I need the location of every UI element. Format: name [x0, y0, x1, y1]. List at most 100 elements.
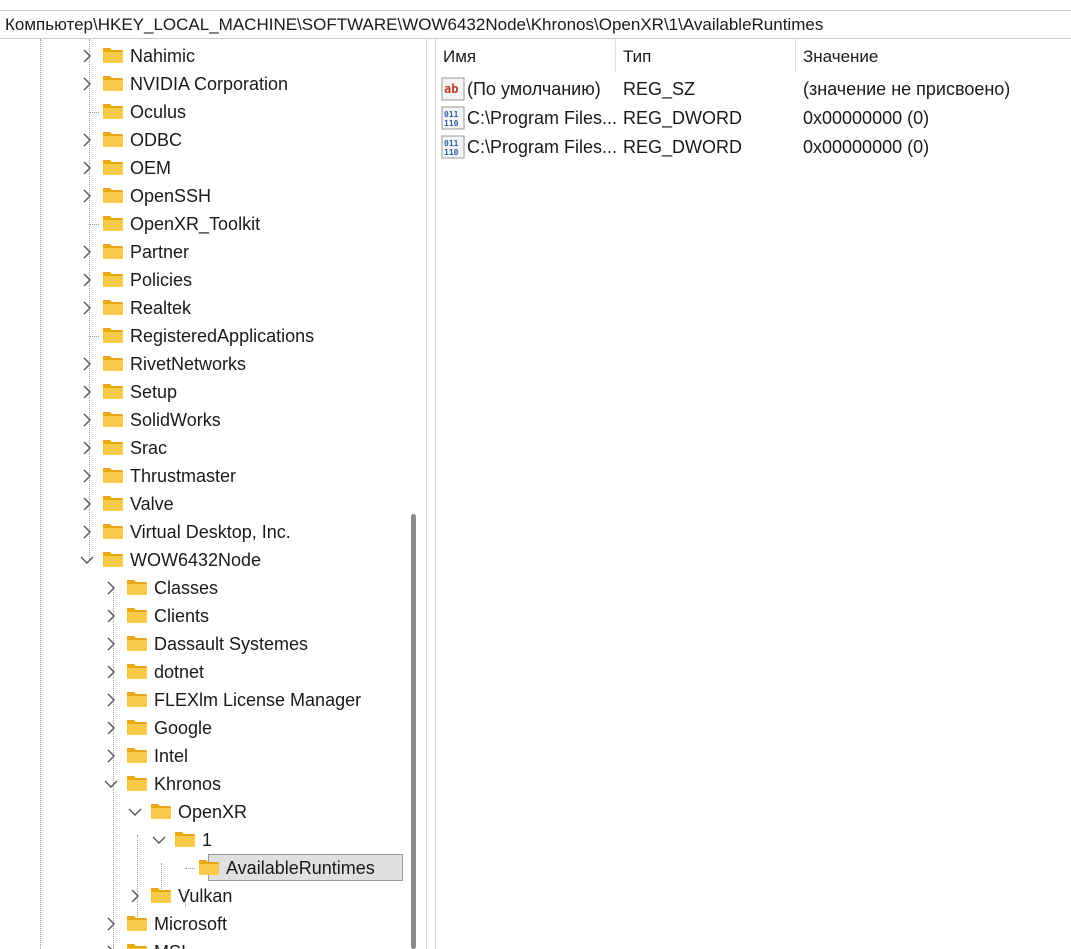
folder-icon [102, 383, 124, 400]
chevron-right-icon[interactable] [79, 74, 95, 94]
tree-node-label: OpenXR_Toolkit [130, 214, 261, 234]
chevron-right-icon[interactable] [103, 718, 119, 738]
tree-node[interactable]: 1 [0, 826, 404, 854]
tree-node[interactable]: Intel [0, 742, 404, 770]
tree-node-label: OEM [130, 158, 172, 178]
tree-node[interactable]: Google [0, 714, 404, 742]
tree-node[interactable]: OpenXR_Toolkit [0, 210, 404, 238]
chevron-right-icon[interactable] [79, 354, 95, 374]
tree-node[interactable]: SolidWorks [0, 406, 404, 434]
tree-node[interactable]: Khronos [0, 770, 404, 798]
svg-text:110: 110 [444, 148, 459, 157]
tree-node[interactable]: Thrustmaster [0, 462, 404, 490]
tree-node[interactable]: RegisteredApplications [0, 322, 404, 350]
tree-node[interactable]: Classes [0, 574, 404, 602]
chevron-right-icon[interactable] [79, 382, 95, 402]
chevron-right-icon[interactable] [79, 494, 95, 514]
values-list[interactable]: Имя Тип Значение ab (По умолчанию) REG_SZ (… [436, 39, 1071, 949]
tree-node[interactable]: FLEXlm License Manager [0, 686, 404, 714]
value-row[interactable]: 110 011 C:\Program Files... REG_DWORD 0x0000… [436, 133, 1071, 162]
chevron-right-icon[interactable] [79, 298, 95, 318]
tree-node[interactable]: Oculus [0, 98, 404, 126]
chevron-right-icon[interactable] [103, 746, 119, 766]
tree-node-label: AvailableRuntimes [226, 858, 375, 878]
tree-node[interactable]: Dassault Systemes [0, 630, 404, 658]
chevron-right-icon[interactable] [127, 886, 143, 906]
chevron-right-icon[interactable] [79, 438, 95, 458]
chevron-right-icon[interactable] [79, 410, 95, 430]
tree-node[interactable]: OpenSSH [0, 182, 404, 210]
tree-node[interactable]: Setup [0, 378, 404, 406]
value-name: C:\Program Files... [467, 108, 618, 128]
tree-node[interactable]: Vulkan [0, 882, 404, 910]
chevron-right-icon[interactable] [103, 914, 119, 934]
tree-node[interactable]: Realtek [0, 294, 404, 322]
tree-scrollbar-thumb[interactable] [411, 514, 416, 949]
tree-node[interactable]: ODBC [0, 126, 404, 154]
tree-node[interactable]: AvailableRuntimes [0, 854, 404, 882]
chevron-right-icon[interactable] [79, 270, 95, 290]
tree-node-label: Intel [154, 746, 189, 766]
chevron-right-icon[interactable] [79, 522, 95, 542]
tree-node-label: OpenXR [178, 802, 248, 822]
chevron-down-icon[interactable] [151, 830, 167, 850]
tree-node[interactable]: Valve [0, 490, 404, 518]
tree-node-label: Realtek [130, 298, 192, 318]
value-value: 0x00000000 (0) [803, 137, 930, 157]
tree-node[interactable]: Policies [0, 266, 404, 294]
svg-text:110: 110 [444, 119, 459, 128]
tree-node[interactable]: WOW6432Node [0, 546, 404, 574]
chevron-right-icon[interactable] [79, 46, 95, 66]
chevron-right-icon[interactable] [103, 578, 119, 598]
tree-node[interactable]: RivetNetworks [0, 350, 404, 378]
chevron-right-icon[interactable] [103, 606, 119, 626]
chevron-right-icon[interactable] [79, 158, 95, 178]
value-row[interactable]: 110 011 C:\Program Files... REG_DWORD 0x0000… [436, 104, 1071, 133]
tree-node[interactable]: Virtual Desktop, Inc. [0, 518, 404, 546]
tree-node[interactable]: Clients [0, 602, 404, 630]
tree-node-label: Google [154, 718, 213, 738]
folder-icon [126, 691, 148, 708]
tree-node-label: Virtual Desktop, Inc. [130, 522, 291, 542]
chevron-right-icon[interactable] [79, 242, 95, 262]
chevron-down-icon[interactable] [127, 802, 143, 822]
chevron-right-icon[interactable] [79, 466, 95, 486]
tree-node[interactable]: OpenXR [0, 798, 404, 826]
pane-splitter[interactable] [426, 39, 436, 949]
address-path[interactable]: Компьютер\HKEY_LOCAL_MACHINE\SOFTWARE\WO… [5, 15, 823, 35]
chevron-right-icon[interactable] [79, 186, 95, 206]
column-header-value[interactable]: Значение [796, 39, 1071, 72]
folder-icon [126, 747, 148, 764]
chevron-right-icon[interactable] [103, 634, 119, 654]
tree-node[interactable]: Srac [0, 434, 404, 462]
column-header-value-label: Значение [803, 47, 879, 66]
folder-icon [102, 355, 124, 372]
folder-icon [126, 635, 148, 652]
binary-value-icon: 110 011 [441, 135, 465, 159]
chevron-down-icon[interactable] [79, 550, 95, 570]
tree-node-label: Classes [154, 578, 219, 598]
folder-icon [126, 607, 148, 624]
tree-node[interactable]: OEM [0, 154, 404, 182]
tree-node[interactable]: MSI [0, 938, 404, 949]
tree-connector-line [185, 868, 195, 869]
registry-tree[interactable]: Nahimic NVIDIA Corporation Oculus ODBC OEM Op… [0, 39, 426, 949]
chevron-right-icon[interactable] [79, 130, 95, 150]
tree-node[interactable]: dotnet [0, 658, 404, 686]
tree-node[interactable]: Partner [0, 238, 404, 266]
chevron-right-icon[interactable] [103, 662, 119, 682]
folder-icon [150, 803, 172, 820]
column-header-type[interactable]: Тип [616, 39, 796, 72]
value-name: C:\Program Files... [467, 137, 618, 157]
tree-node[interactable]: Nahimic [0, 42, 404, 70]
tree-node[interactable]: NVIDIA Corporation [0, 70, 404, 98]
chevron-right-icon[interactable] [103, 690, 119, 710]
chevron-down-icon[interactable] [103, 774, 119, 794]
column-header-name[interactable]: Имя [436, 39, 616, 72]
value-row[interactable]: ab (По умолчанию) REG_SZ (значение не присв… [436, 75, 1071, 104]
chevron-right-icon[interactable] [103, 942, 119, 949]
address-bar[interactable]: Компьютер\HKEY_LOCAL_MACHINE\SOFTWARE\WO… [0, 10, 1071, 39]
folder-icon [102, 103, 124, 120]
tree-node[interactable]: Microsoft [0, 910, 404, 938]
folder-icon [102, 299, 124, 316]
